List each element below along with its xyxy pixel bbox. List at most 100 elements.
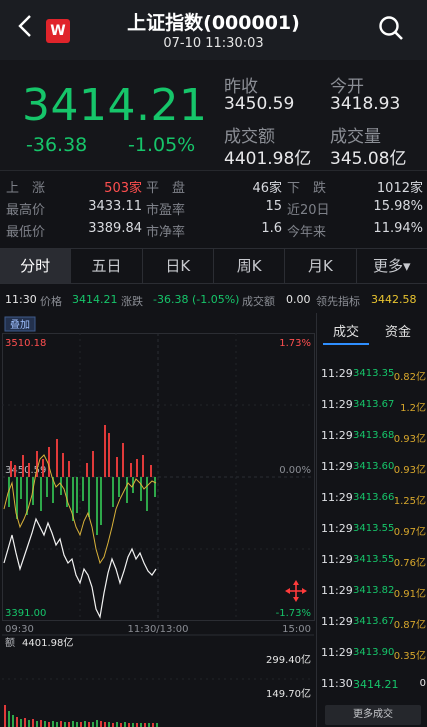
stats-row: 上 涨 503家 平 盘 46家 下 跌 1012家 bbox=[0, 175, 427, 197]
trade-time: 11:30 bbox=[321, 677, 353, 690]
turnover-value: 4401.98亿 bbox=[224, 149, 312, 169]
trade-price: 3413.68 bbox=[353, 430, 395, 441]
open-value: 3418.93 bbox=[330, 94, 401, 114]
trade-row: 11:29 3413.66 1.25亿 bbox=[321, 489, 426, 507]
current-price: 3414.21 bbox=[22, 80, 208, 131]
trade-vol: 0.82亿 bbox=[393, 372, 426, 383]
overlay-button[interactable]: 叠加 bbox=[10, 319, 30, 331]
trade-ticker-panel: 成交 资金 11:29 3413.35 0.82亿 11:29 3413.67 1.2亿 1… bbox=[316, 313, 427, 727]
stat-value: 3433.11 bbox=[88, 199, 142, 214]
y-axis-bottom-label: 3391.00 bbox=[5, 608, 46, 619]
price-change-pct: -1.05% bbox=[128, 134, 196, 156]
volume-label: 额 bbox=[5, 636, 15, 649]
advance-decline-bars bbox=[8, 425, 156, 535]
stat-label: 市盈率 bbox=[146, 203, 186, 218]
stat-value: 1.6 bbox=[261, 221, 282, 236]
time-axis-end: 15:00 bbox=[282, 624, 311, 635]
tab-trades[interactable]: 成交 bbox=[333, 321, 359, 340]
stat-value: 1012家 bbox=[376, 181, 423, 196]
info-change: -36.38 (-1.05%) bbox=[153, 293, 240, 306]
market-stats: 上 涨 503家 平 盘 46家 下 跌 1012家 最高价 3433.11 市… bbox=[0, 175, 427, 245]
trade-price: 3413.55 bbox=[353, 523, 395, 534]
info-price-label: 价格 bbox=[40, 295, 62, 308]
y-axis-top-label: 3510.18 bbox=[5, 338, 46, 349]
trade-price: 3413.90 bbox=[353, 647, 395, 658]
trade-time: 11:29 bbox=[321, 460, 353, 473]
trade-row: 11:29 3413.35 0.82亿 bbox=[321, 365, 426, 383]
ticker-tabs: 成交 资金 bbox=[317, 315, 427, 345]
page-title: 上证指数(000001) bbox=[127, 12, 300, 34]
quote-panel: 3414.21 -36.38 -1.05% 昨收 3450.59 今开 3418… bbox=[0, 60, 427, 170]
divider bbox=[0, 170, 427, 171]
tab-five-day[interactable]: 五日 bbox=[71, 249, 143, 283]
stat-label: 市净率 bbox=[146, 225, 186, 240]
trade-price: 3413.67 bbox=[353, 399, 395, 410]
stat-label: 最低价 bbox=[6, 225, 46, 240]
trade-row: 11:29 3413.67 1.2亿 bbox=[321, 396, 426, 414]
trade-row: 11:29 3413.82 0.91亿 bbox=[321, 582, 426, 600]
info-change-label: 涨跌 bbox=[121, 295, 143, 308]
tab-weekly-k[interactable]: 周K bbox=[214, 249, 286, 283]
time-axis-mid: 11:30/13:00 bbox=[127, 624, 188, 635]
trade-row: 11:29 3413.55 0.97亿 bbox=[321, 520, 426, 538]
y-axis-mid-pct: 0.00% bbox=[279, 465, 311, 476]
trade-row: 11:29 3413.90 0.35亿 bbox=[321, 644, 426, 662]
trade-price: 3413.60 bbox=[353, 461, 395, 472]
trade-row: 11:29 3413.60 0.93亿 bbox=[321, 458, 426, 476]
move-arrows-icon[interactable] bbox=[285, 580, 307, 602]
info-time: 11:30 bbox=[5, 293, 37, 306]
trade-vol: 1.2亿 bbox=[400, 403, 426, 414]
crosshair-info-bar: 11:30 价格 3414.21 涨跌 -36.38 (-1.05%) 成交额 … bbox=[0, 290, 427, 310]
trade-vol: 0.97亿 bbox=[393, 527, 426, 538]
trade-row: 11:29 3413.55 0.76亿 bbox=[321, 551, 426, 569]
tab-intraday[interactable]: 分时 bbox=[0, 249, 72, 283]
stat-value: 46家 bbox=[252, 181, 282, 196]
trade-row: 11:30 3414.21 0 bbox=[321, 675, 426, 693]
info-lead-label: 领先指标 bbox=[316, 295, 360, 308]
tab-monthly-k[interactable]: 月K bbox=[285, 249, 357, 283]
trade-row: 11:29 3413.68 0.93亿 bbox=[321, 427, 426, 445]
trade-vol: 0.35亿 bbox=[393, 651, 426, 662]
search-icon[interactable] bbox=[377, 14, 405, 42]
stat-value: 3389.84 bbox=[88, 221, 142, 236]
prev-close-value: 3450.59 bbox=[224, 94, 295, 114]
info-price: 3414.21 bbox=[72, 293, 118, 306]
y-axis-top-pct: 1.73% bbox=[279, 338, 311, 349]
trade-row: 11:29 3413.67 0.87亿 bbox=[321, 613, 426, 631]
trade-time: 11:29 bbox=[321, 646, 353, 659]
tab-funds[interactable]: 资金 bbox=[385, 321, 411, 340]
chart-period-tabs: 分时 五日 日K 周K 月K 更多▾ bbox=[0, 248, 427, 284]
stat-label: 下 跌 bbox=[287, 181, 327, 196]
volume-bars bbox=[4, 705, 158, 727]
trade-time: 11:29 bbox=[321, 615, 353, 628]
more-trades-button[interactable]: 更多成交 bbox=[325, 705, 421, 725]
top-bar: W 上证指数(000001) 07-10 11:30:03 bbox=[0, 0, 427, 60]
trade-vol: 1.25亿 bbox=[393, 496, 426, 507]
info-lead: 3442.58 bbox=[371, 293, 417, 306]
stat-label: 上 涨 bbox=[6, 181, 46, 196]
intraday-chart-svg: 叠加 3510.18 1.73% 3450.59 0.00% 3391.00 -… bbox=[2, 316, 315, 727]
trade-time: 11:29 bbox=[321, 429, 353, 442]
trade-time: 11:29 bbox=[321, 584, 353, 597]
trade-time: 11:29 bbox=[321, 398, 353, 411]
tab-daily-k[interactable]: 日K bbox=[143, 249, 214, 283]
trade-time: 11:29 bbox=[321, 553, 353, 566]
trade-time: 11:29 bbox=[321, 491, 353, 504]
price-change: -36.38 bbox=[26, 134, 88, 156]
stat-label: 近20日 bbox=[287, 203, 330, 218]
info-volume-label: 成交额 bbox=[242, 295, 275, 308]
info-volume: 0.00 bbox=[286, 293, 311, 306]
stat-label: 最高价 bbox=[6, 203, 46, 218]
trade-price: 3413.67 bbox=[353, 616, 395, 627]
stat-value: 503家 bbox=[104, 181, 142, 196]
intraday-chart[interactable]: 叠加 3510.18 1.73% 3450.59 0.00% 3391.00 -… bbox=[0, 313, 316, 727]
stats-row: 最高价 3433.11 市盈率 15 近20日 15.98% bbox=[0, 197, 427, 219]
y-axis-bottom-pct: -1.73% bbox=[276, 608, 311, 619]
time-axis-start: 09:30 bbox=[5, 624, 34, 635]
trade-time: 11:29 bbox=[321, 367, 353, 380]
trade-price: 3413.66 bbox=[353, 492, 395, 503]
trade-vol: 0.87亿 bbox=[393, 620, 426, 631]
trade-vol: 0.91亿 bbox=[393, 589, 426, 600]
stats-row: 最低价 3389.84 市净率 1.6 今年来 11.94% bbox=[0, 219, 427, 241]
tab-more[interactable]: 更多▾ bbox=[357, 249, 427, 283]
